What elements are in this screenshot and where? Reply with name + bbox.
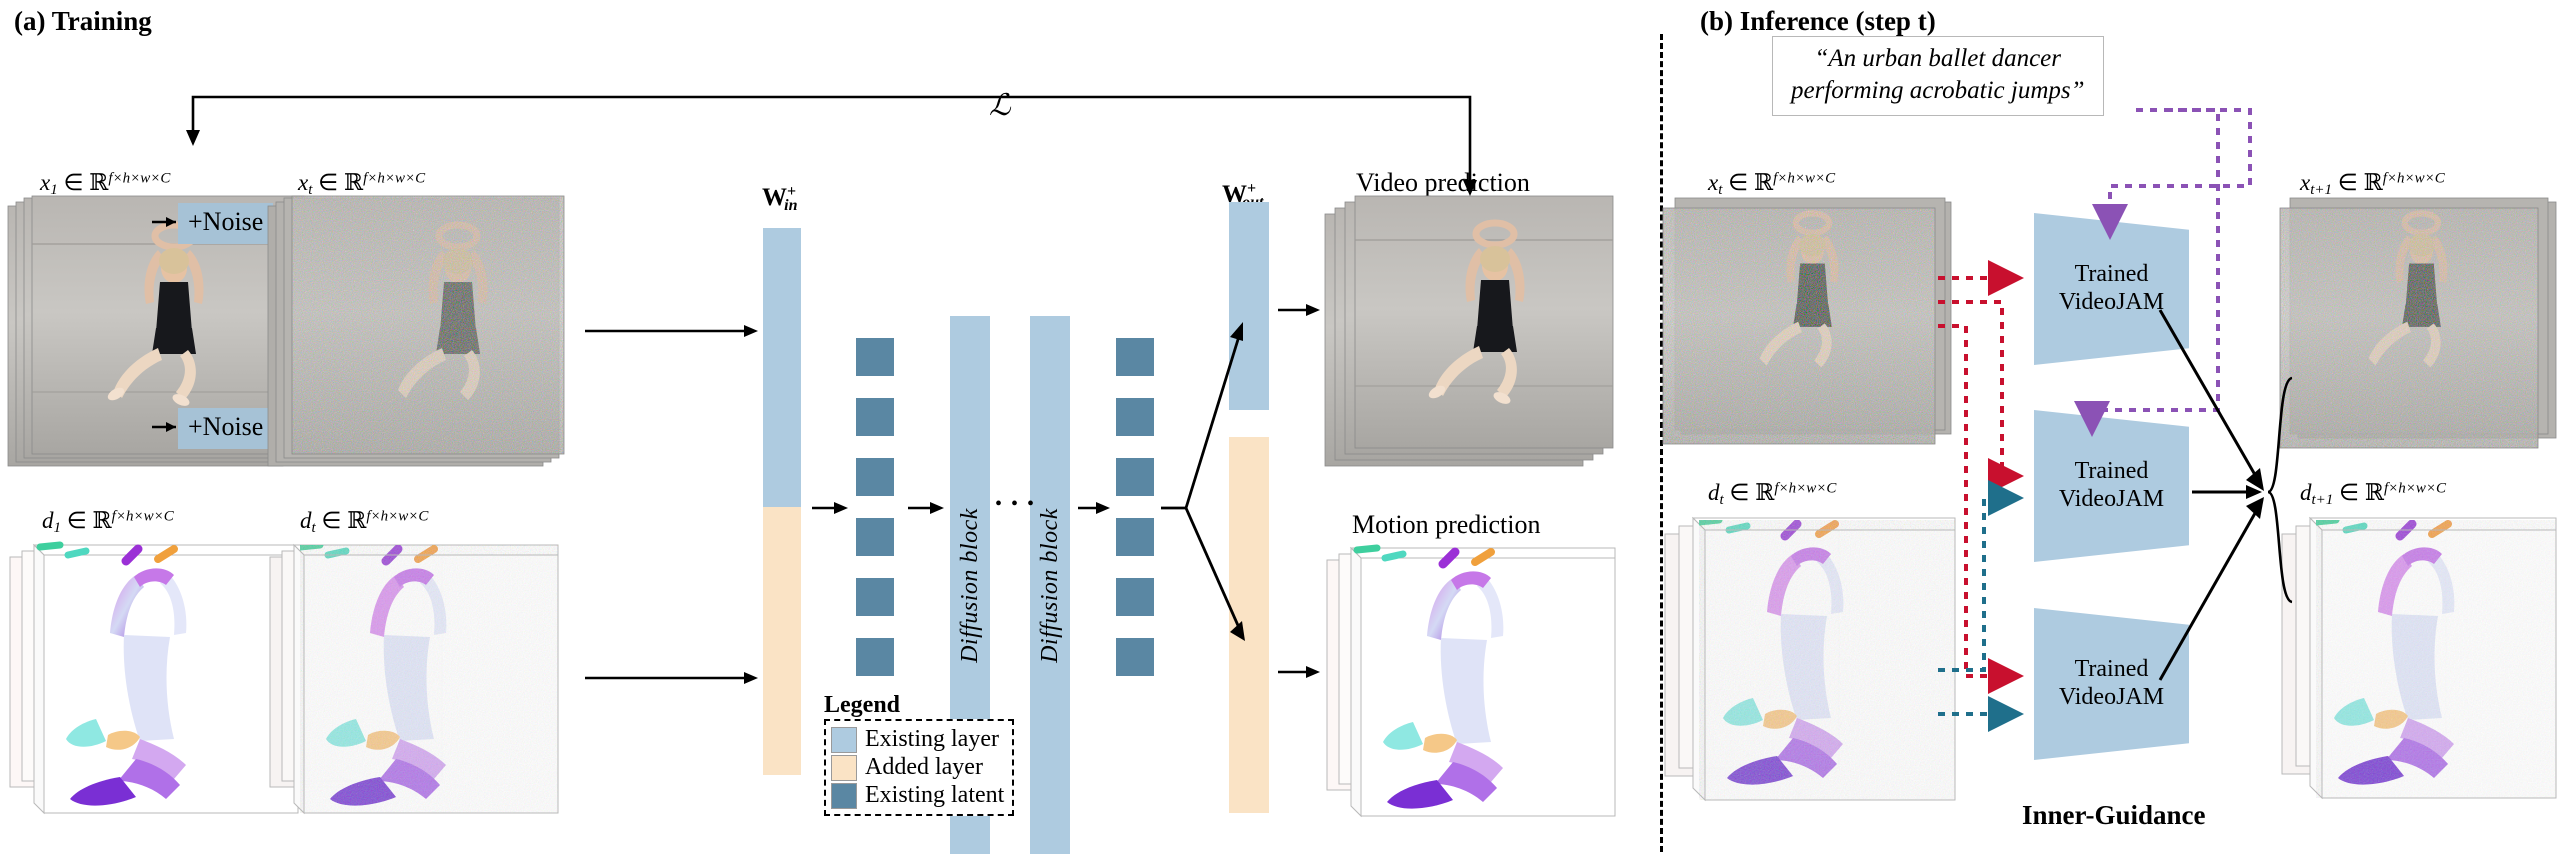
figure-root: (a) Training (b) Inference (step t) x1 ∈…	[0, 0, 2560, 854]
inference-connectors	[1938, 108, 2293, 732]
